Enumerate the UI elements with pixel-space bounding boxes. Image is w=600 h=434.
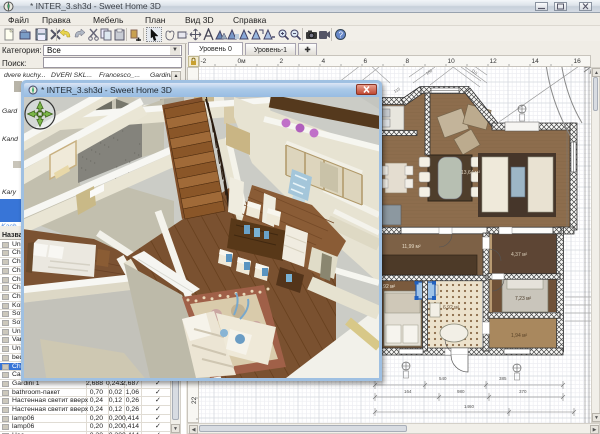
svg-text:1,94 м²: 1,94 м²	[511, 333, 528, 339]
svg-text:6: 6	[364, 58, 368, 65]
svg-text:1460: 1460	[464, 404, 475, 409]
svg-text:14: 14	[532, 58, 540, 65]
svg-text:7,23 м²: 7,23 м²	[515, 296, 532, 302]
svg-text:385: 385	[499, 376, 507, 381]
svg-text:4,37 м²: 4,37 м²	[511, 252, 528, 258]
svg-text:-2: -2	[201, 58, 207, 65]
svg-text:370: 370	[519, 389, 527, 394]
svg-text:980: 980	[457, 389, 465, 394]
svg-text:16: 16	[574, 58, 582, 65]
svg-text:4: 4	[322, 58, 326, 65]
svg-text:540: 540	[439, 376, 447, 381]
svg-text:?: ?	[339, 31, 344, 40]
svg-text:13,64 м²: 13,64 м²	[461, 170, 480, 176]
svg-text:8: 8	[406, 58, 410, 65]
svg-text:0м: 0м	[238, 58, 247, 65]
svg-text:10: 10	[448, 58, 456, 65]
svg-text:164: 164	[404, 389, 412, 394]
svg-text:11,99 м²: 11,99 м²	[402, 244, 421, 250]
svg-text:6,92 м²: 6,92 м²	[443, 305, 460, 311]
svg-text:12: 12	[490, 58, 498, 65]
svg-text:2: 2	[280, 58, 284, 65]
svg-text:22: 22	[191, 396, 198, 404]
